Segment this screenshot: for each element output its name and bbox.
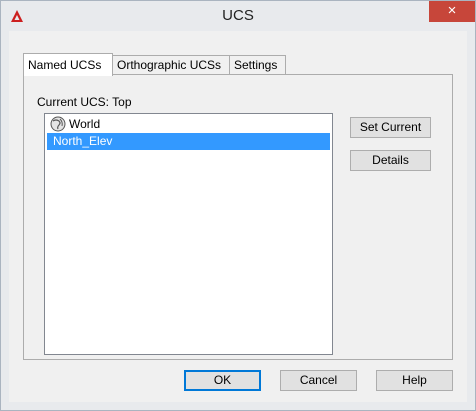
window-title: UCS	[222, 7, 254, 24]
list-item-label: World	[69, 117, 101, 131]
cancel-button[interactable]: Cancel	[280, 370, 357, 391]
current-ucs-value: Top	[112, 95, 132, 109]
ucs-dialog: UCS × Named UCSs Orthographic UCSs Setti…	[0, 0, 476, 411]
current-ucs-label: Current UCS: Top	[37, 95, 132, 109]
title-bar[interactable]: UCS ×	[1, 1, 475, 31]
current-ucs-caption: Current UCS:	[37, 95, 110, 109]
details-button[interactable]: Details	[350, 150, 431, 171]
list-item-north-elev[interactable]: North_Elev	[47, 133, 330, 150]
ok-button[interactable]: OK	[184, 370, 261, 391]
tab-named-ucss[interactable]: Named UCSs	[23, 53, 113, 76]
list-item-world[interactable]: World	[47, 116, 330, 133]
tab-orthographic-ucss[interactable]: Orthographic UCSs	[112, 55, 230, 75]
help-button[interactable]: Help	[376, 370, 453, 391]
globe-icon	[50, 116, 66, 132]
named-ucss-panel: Current UCS: Top World North_Elev Set Cu…	[23, 74, 453, 360]
list-item-label: North_Elev	[53, 134, 113, 148]
close-button[interactable]: ×	[429, 1, 475, 22]
dialog-client-area: Named UCSs Orthographic UCSs Settings Cu…	[9, 31, 467, 402]
set-current-button[interactable]: Set Current	[350, 117, 431, 138]
ucs-list[interactable]: World North_Elev	[44, 113, 333, 355]
tab-settings[interactable]: Settings	[229, 55, 286, 75]
